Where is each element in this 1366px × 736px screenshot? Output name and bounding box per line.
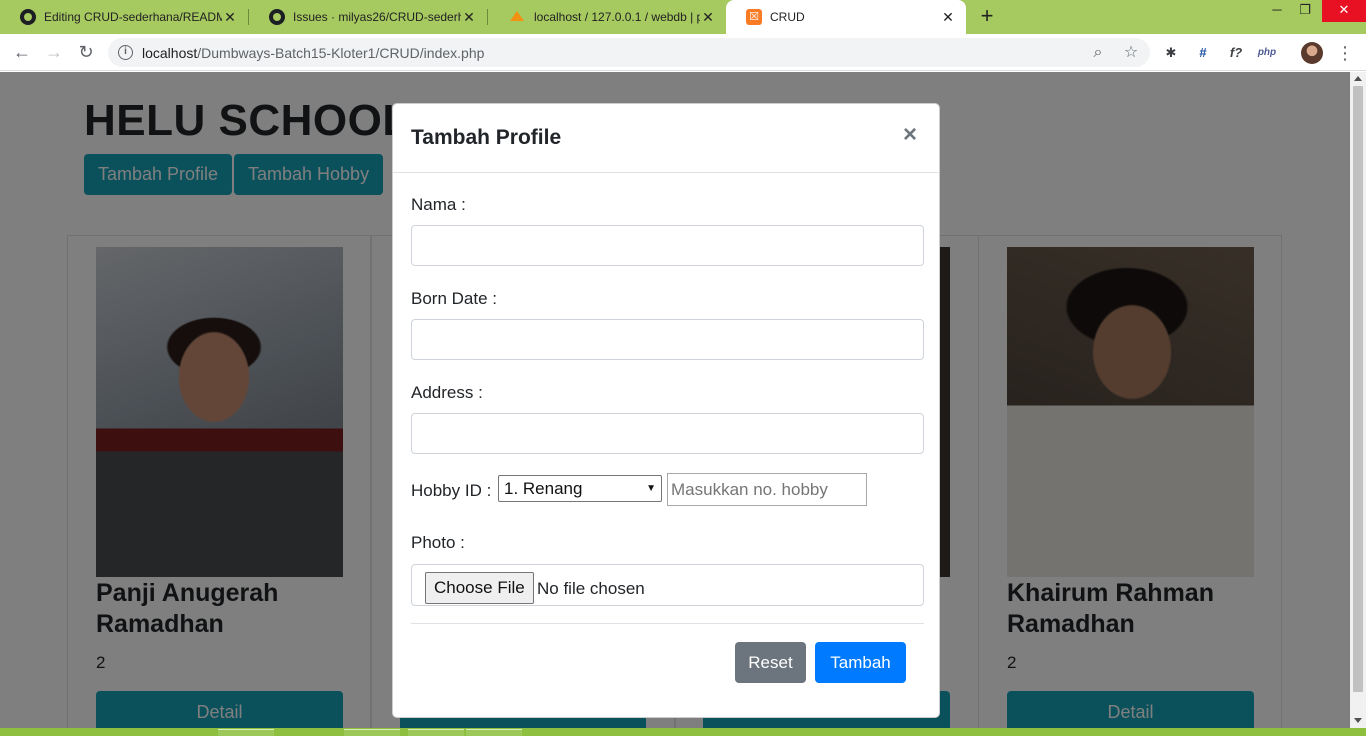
menu-kebab-icon[interactable]: ⋮ [1336,42,1354,64]
taskbar-item[interactable] [466,729,522,736]
close-icon[interactable]: ✕ [700,9,716,26]
photo-label: Photo : [411,533,465,552]
minimize-icon[interactable]: ─ [1262,0,1292,22]
window-close-icon[interactable]: ✕ [1322,0,1366,22]
github-icon [20,9,36,25]
taskbar-item[interactable] [408,729,464,736]
info-icon[interactable]: i [118,45,133,60]
tab-crud[interactable]: ☒ CRUD ✕ [726,0,966,34]
php-extension-icon[interactable]: php [1256,42,1278,64]
page-content: HELU SCHOOL Tambah Profile Tambah Hobby … [0,72,1350,728]
xampp-icon: ☒ [746,9,762,25]
taskbar-item[interactable] [344,729,400,736]
grid-extension-icon[interactable]: # [1192,42,1214,64]
scrollbar-thumb[interactable] [1353,86,1363,692]
close-icon[interactable]: × [903,122,917,148]
bug-extension-icon[interactable]: ✱ [1160,42,1182,64]
new-tab-button[interactable]: + [976,5,998,27]
url-path: /Dumbways-Batch15-Kloter1/CRUD/index.php [197,45,485,61]
browser-toolbar: ← → ↻ i localhost/Dumbways-Batch15-Klote… [0,34,1366,71]
hobby-selected-value: 1. Renang [504,479,583,498]
hobby-select[interactable]: 1. Renang ▼ [498,475,662,502]
browser-tab-bar: Editing CRUD-sederhana/READM ✕ Issues · … [0,0,1366,34]
tab-editing-readme[interactable]: Editing CRUD-sederhana/READM ✕ [0,0,248,34]
phpmyadmin-icon [508,10,526,24]
url-host: localhost [142,45,198,61]
zoom-icon[interactable]: ⌕ [1088,43,1108,63]
close-icon[interactable]: ✕ [461,9,477,26]
forward-icon[interactable]: → [43,42,65,64]
modal-header: Tambah Profile × [393,104,939,173]
file-status-text: No file chosen [537,579,645,598]
modal-title: Tambah Profile [411,126,562,149]
born-date-label: Born Date : [411,289,497,308]
dropdown-arrow-icon: ▼ [646,483,656,494]
reload-icon[interactable]: ↻ [75,42,97,64]
tab-phpmyadmin[interactable]: localhost / 127.0.0.1 / webdb | ph ✕ [488,0,726,34]
nama-input[interactable] [411,225,924,266]
hobby-number-input[interactable]: Masukkan no. hobby [667,473,867,506]
os-taskbar [0,728,1366,736]
hobby-id-label: Hobby ID : [411,481,492,500]
submit-button[interactable]: Tambah [815,642,906,683]
address-label: Address : [411,383,483,402]
fontface-extension-icon[interactable]: f? [1225,42,1247,64]
reset-button[interactable]: Reset [735,642,806,683]
tab-title: CRUD [770,10,805,24]
photo-file-input[interactable]: Choose File No file chosen [411,564,924,606]
nama-label: Nama : [411,195,466,214]
back-icon[interactable]: ← [11,42,33,64]
taskbar-item[interactable] [218,729,274,736]
tab-issues[interactable]: Issues · milyas26/CRUD-sederhan ✕ [249,0,487,34]
choose-file-button[interactable]: Choose File [425,572,534,604]
address-input[interactable] [411,413,924,454]
address-bar[interactable]: i localhost/Dumbways-Batch15-Kloter1/CRU… [108,38,1150,67]
modal-footer-divider [411,623,924,624]
scroll-up-icon[interactable] [1354,76,1362,81]
page-scrollbar[interactable] [1350,72,1366,728]
github-icon [269,9,285,25]
restore-icon[interactable]: ❐ [1290,0,1320,22]
star-icon[interactable]: ☆ [1121,43,1141,63]
close-icon[interactable]: ✕ [222,9,238,26]
close-icon[interactable]: ✕ [940,9,956,26]
add-profile-modal: Tambah Profile × Nama : Born Date : Addr… [392,103,940,718]
tab-title: Editing CRUD-sederhana/READM [44,10,222,24]
profile-avatar[interactable] [1301,42,1323,64]
tab-title: Issues · milyas26/CRUD-sederhan [293,10,461,24]
born-date-input[interactable] [411,319,924,360]
url-text[interactable]: localhost/Dumbways-Batch15-Kloter1/CRUD/… [142,45,484,61]
scroll-down-icon[interactable] [1354,718,1362,723]
tab-title: localhost / 127.0.0.1 / webdb | ph [534,10,700,24]
